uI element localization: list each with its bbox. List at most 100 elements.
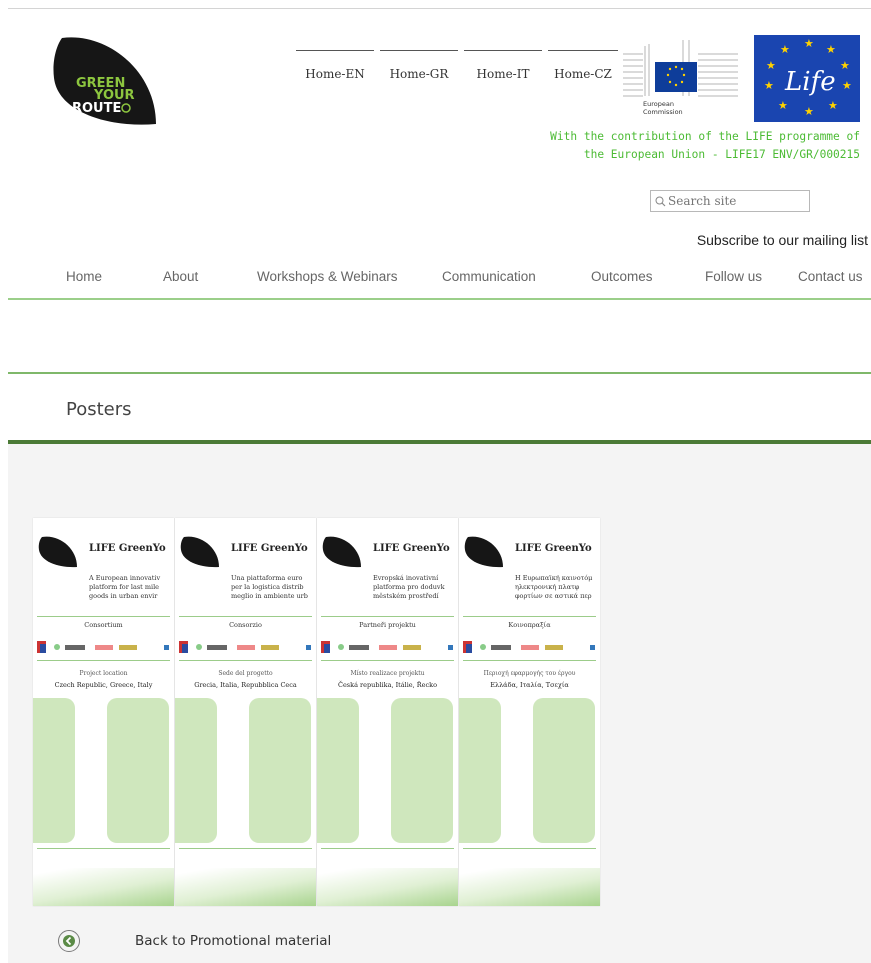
search-icon[interactable] — [655, 192, 666, 211]
poster-rule — [37, 660, 170, 661]
contribution-line-2: the European Union - LIFE17 ENV/GR/00021… — [583, 148, 860, 161]
section-header: Posters — [8, 374, 871, 440]
svg-text:★: ★ — [828, 99, 838, 112]
poster-rule — [37, 616, 170, 617]
nav-follow-us[interactable]: Follow us — [705, 269, 762, 284]
poster-title: LIFE GreenYo — [515, 543, 592, 554]
poster-logo-icon — [180, 536, 219, 568]
poster-rule — [463, 848, 596, 849]
nav-home-it[interactable]: Home-IT — [464, 50, 542, 81]
svg-text:★: ★ — [780, 43, 790, 56]
poster-location-label: Project location — [79, 670, 128, 677]
poster-text-box — [317, 698, 359, 843]
poster-section-heading: Partneři projektu — [359, 621, 416, 629]
poster-rule — [179, 660, 312, 661]
poster-text-box — [391, 698, 453, 843]
poster-title: LIFE GreenYo — [231, 543, 308, 554]
poster-text-box — [249, 698, 311, 843]
nav-about[interactable]: About — [163, 269, 198, 284]
poster-rule — [37, 848, 170, 849]
partner-logos — [37, 641, 169, 653]
green-your-route-logo[interactable]: GREEN YOUR ROUTE — [48, 32, 158, 126]
nav-communication[interactable]: Communication — [442, 269, 536, 284]
poster-footer — [317, 868, 458, 906]
poster-location-value: Ελλάδα, Ιταλία, Τσεχία — [490, 681, 569, 689]
nav-workshops-webinars[interactable]: Workshops & Webinars — [257, 269, 398, 284]
poster-title: LIFE GreenYo — [373, 543, 450, 554]
back-to-promotional-link[interactable]: Back to Promotional material — [58, 930, 331, 952]
poster-subtitle: Η Ευρωπαϊκή καινοτόμ ηλεκτρονική πλατφ φ… — [515, 574, 593, 600]
poster-it[interactable]: LIFE GreenYo Una piattaforma euro per la… — [175, 518, 316, 906]
poster-rule — [321, 616, 454, 617]
poster-text-box — [175, 698, 217, 843]
poster-location-value: Czech Republic, Greece, Italy — [54, 681, 153, 689]
svg-text:★: ★ — [804, 37, 814, 50]
nav-contact-us[interactable]: Contact us — [798, 269, 863, 284]
nav-outcomes[interactable]: Outcomes — [591, 269, 653, 284]
nav-home-cz[interactable]: Home-CZ — [548, 50, 618, 81]
poster-text-box — [533, 698, 595, 843]
svg-text:Commission: Commission — [643, 108, 683, 116]
poster-footer — [33, 868, 174, 906]
svg-text:European: European — [643, 100, 674, 108]
svg-text:★: ★ — [766, 59, 776, 72]
poster-rule — [321, 848, 454, 849]
poster-text-box — [33, 698, 75, 843]
svg-text:★: ★ — [842, 79, 852, 92]
life-contribution-text: With the contribution of the LIFE progra… — [520, 128, 860, 164]
svg-text:★: ★ — [764, 79, 774, 92]
section-divider — [8, 440, 871, 444]
page-title: Posters — [66, 399, 132, 420]
contribution-line-1: With the contribution of the LIFE progra… — [550, 130, 860, 143]
poster-footer — [175, 868, 316, 906]
poster-logo-icon — [322, 536, 361, 568]
poster-en[interactable]: LIFE GreenYo A European innovativ platfo… — [33, 518, 174, 906]
top-divider — [8, 8, 871, 9]
poster-section-heading: Κοινοπραξία — [508, 621, 551, 629]
life-programme-logo[interactable]: ★ ★ ★ ★ ★ ★ ★ ★ ★ ★ Life — [754, 35, 860, 122]
nav-home-gr[interactable]: Home-GR — [380, 50, 458, 81]
poster-location-value: Česká republika, Itálie, Řecko — [337, 681, 438, 689]
partner-logos — [179, 641, 311, 653]
poster-logo-icon — [464, 536, 503, 568]
language-nav: Home-EN Home-GR Home-IT Home-CZ — [296, 50, 624, 81]
poster-gr[interactable]: LIFE GreenYo Η Ευρωπαϊκή καινοτόμ ηλεκτρ… — [459, 518, 600, 906]
poster-location-label: Περιοχή εφαρμογής του έργου — [483, 670, 576, 677]
svg-text:Life: Life — [784, 67, 836, 97]
poster-subtitle: Evropská inovativní platforma pro doduvk… — [373, 574, 445, 600]
arrow-left-circle-icon[interactable] — [58, 930, 80, 952]
poster-rule — [463, 660, 596, 661]
poster-section-heading: Consortium — [84, 621, 123, 629]
poster-location-value: Grecia, Italia, Repubblica Ceca — [194, 681, 297, 689]
svg-text:★: ★ — [804, 105, 814, 118]
partner-logos — [321, 641, 453, 653]
poster-title: LIFE GreenYo — [89, 543, 166, 554]
main-nav: Home About Workshops & Webinars Communic… — [8, 266, 871, 300]
poster-rule — [321, 660, 454, 661]
poster-text-box — [459, 698, 501, 843]
european-commission-logo[interactable]: European Commission — [623, 40, 738, 122]
poster-footer — [459, 868, 600, 906]
poster-text-box — [107, 698, 169, 843]
posters-section: Posters LIFE GreenYo A European innovati… — [8, 372, 871, 963]
nav-home-en[interactable]: Home-EN — [296, 50, 374, 81]
svg-text:★: ★ — [778, 99, 788, 112]
nav-home[interactable]: Home — [66, 269, 102, 284]
back-link-label[interactable]: Back to Promotional material — [135, 933, 331, 949]
poster-rule — [179, 848, 312, 849]
svg-text:★: ★ — [840, 59, 850, 72]
svg-text:ROUTE: ROUTE — [72, 101, 121, 116]
poster-section-heading: Consorzio — [229, 621, 262, 629]
poster-location-label: Místo realizace projektu — [350, 670, 425, 677]
poster-location-label: Sede del progetto — [218, 670, 273, 677]
subscribe-link[interactable]: Subscribe to our mailing list — [600, 232, 868, 248]
poster-gallery: LIFE GreenYo A European innovativ platfo… — [33, 518, 601, 906]
svg-text:★: ★ — [826, 43, 836, 56]
poster-subtitle: Una piattaforma euro per la logistica di… — [231, 574, 308, 600]
poster-logo-icon — [38, 536, 77, 568]
poster-subtitle: A European innovativ platform for last m… — [89, 574, 161, 600]
poster-cz[interactable]: LIFE GreenYo Evropská inovativní platfor… — [317, 518, 458, 906]
partner-logos — [463, 641, 595, 653]
search-input[interactable] — [666, 194, 798, 208]
search-box — [650, 190, 810, 212]
